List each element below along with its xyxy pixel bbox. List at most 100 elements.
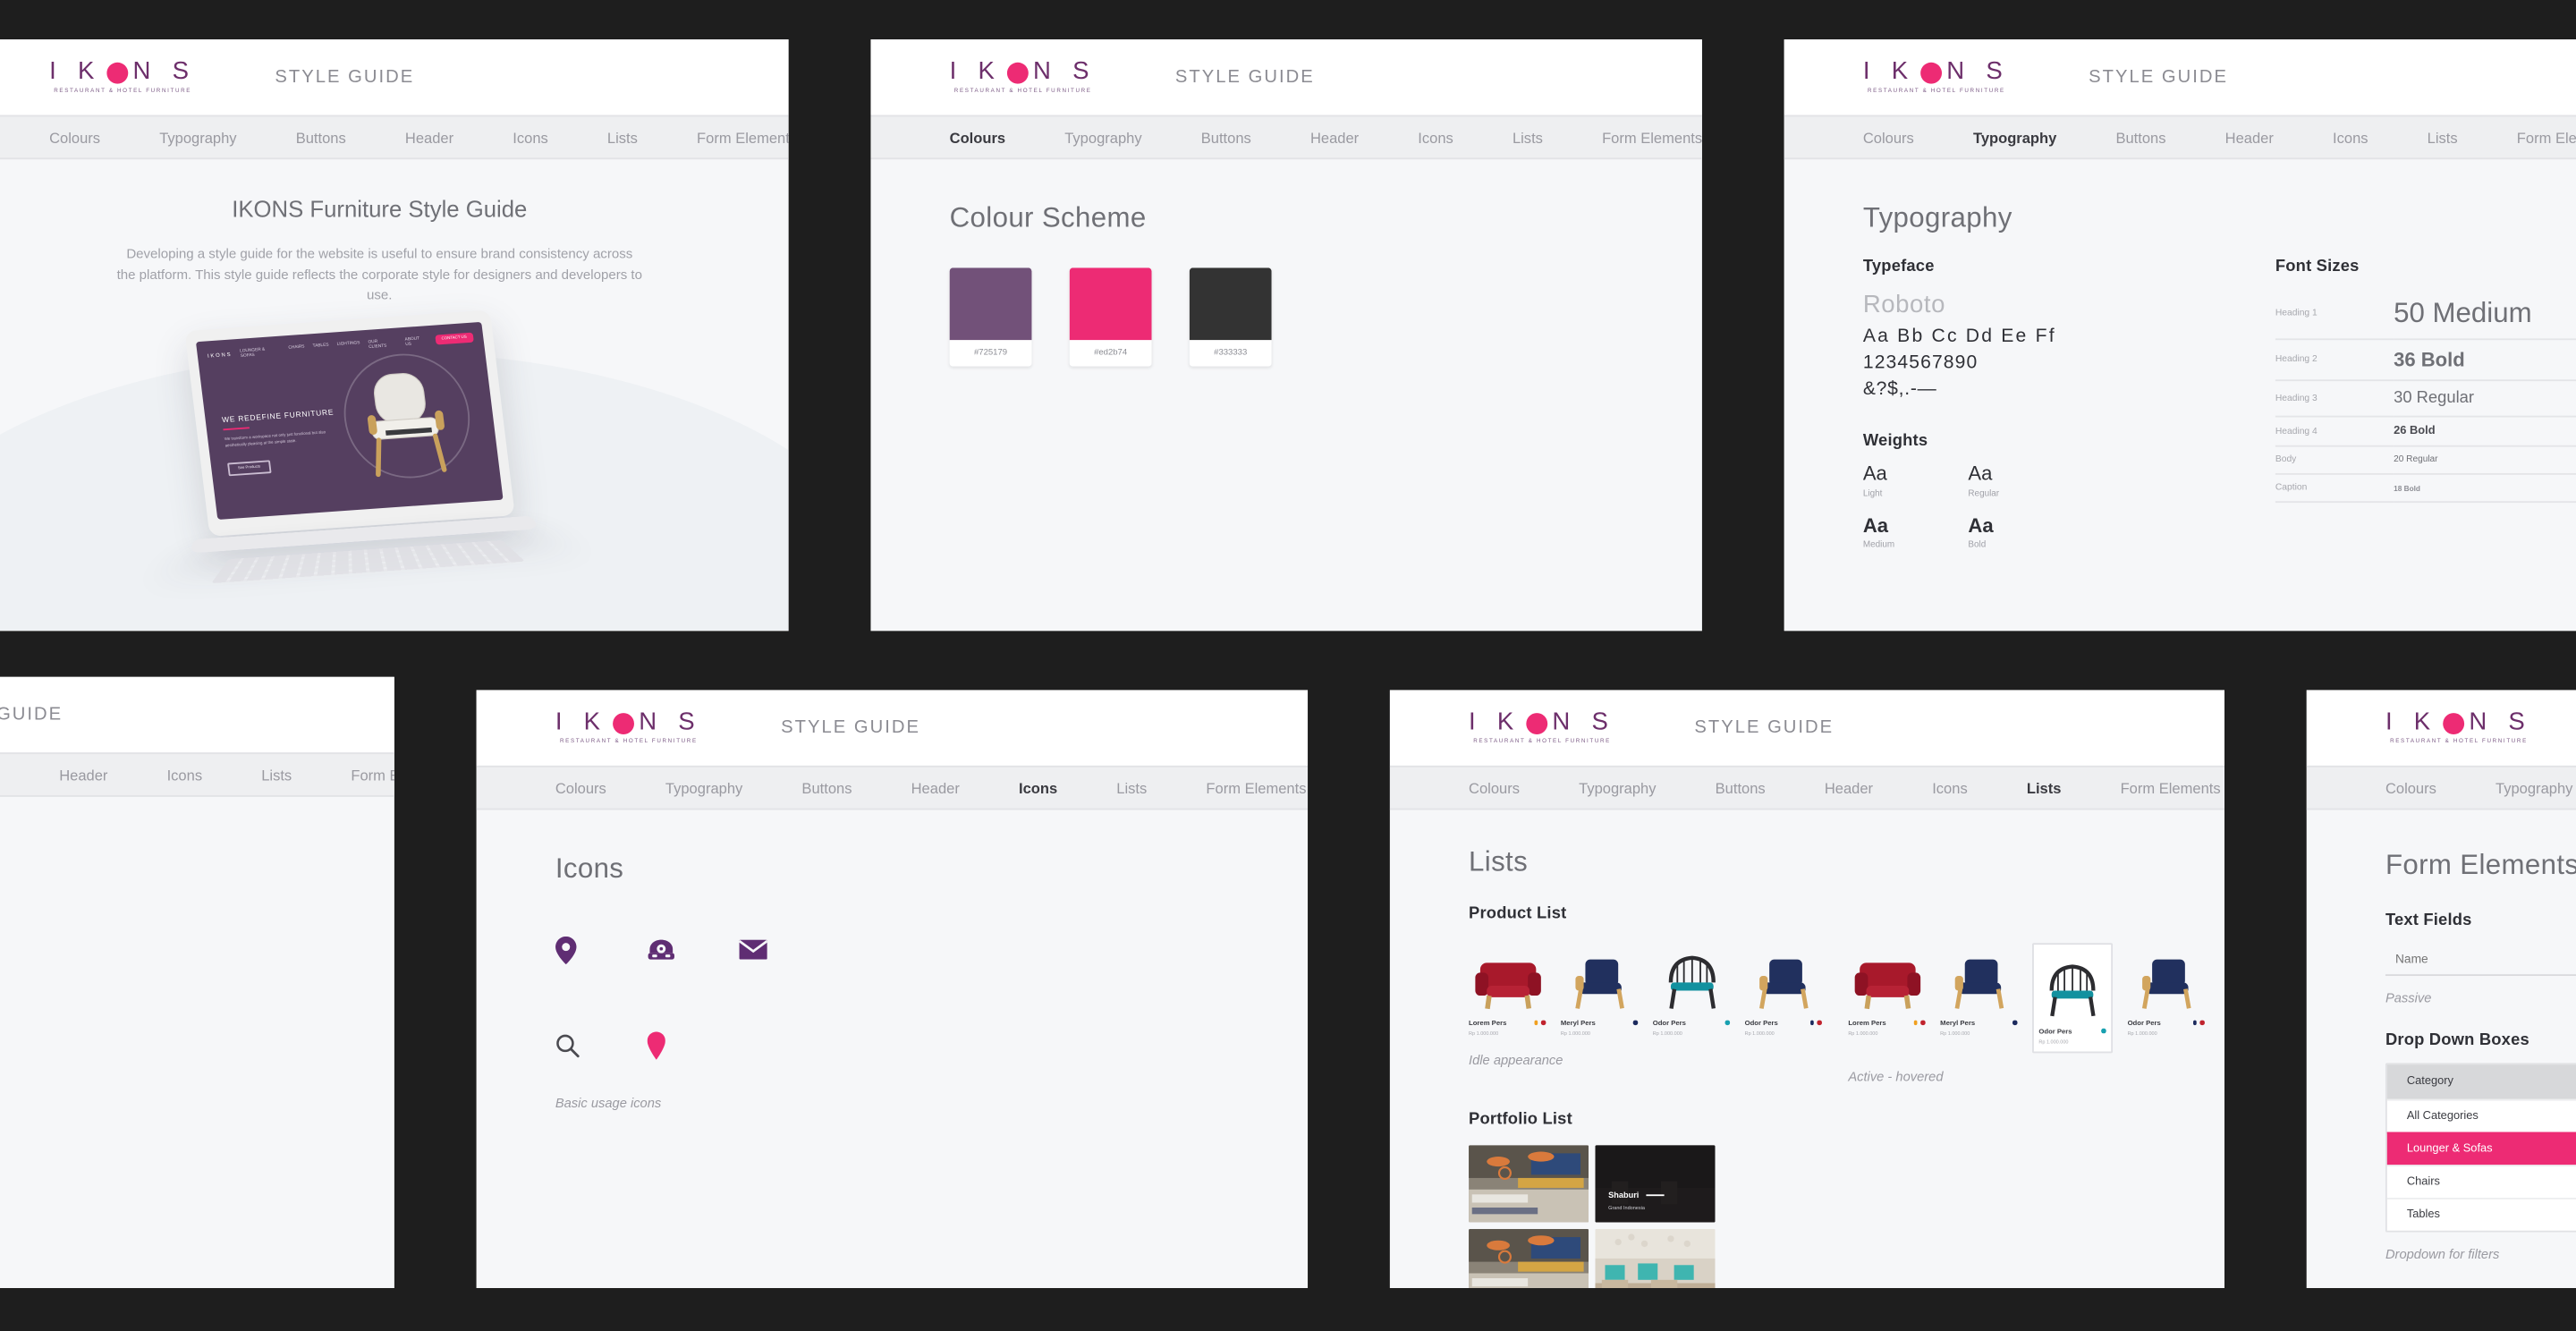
list-item[interactable]: Odor Pers Rp 1.000.000 xyxy=(1745,943,1822,1036)
main-nav: Colours Typography Buttons Header Icons … xyxy=(0,114,789,160)
dropdown-option-lounger-sofas[interactable]: Lounger & Sofas xyxy=(2386,1132,2576,1166)
category-dropdown[interactable]: Category All Categories Lounger & Sofas … xyxy=(2385,1063,2576,1233)
brand-logo[interactable]: I K N S RESTAURANT & HOTEL FURNITURE xyxy=(2385,710,2532,745)
search-icon[interactable] xyxy=(555,1017,648,1072)
colour-swatch[interactable]: #333333 xyxy=(1189,267,1272,367)
nav-item-colours[interactable]: Colours xyxy=(555,780,606,796)
brand-word-right: N S xyxy=(639,708,702,737)
dropdown-option-tables[interactable]: Tables xyxy=(2386,1197,2576,1231)
brand-logo[interactable]: I K N S RESTAURANT & HOTEL FURNITURE xyxy=(555,710,702,745)
table-row: Heading 1 50 Medium xyxy=(2275,289,2576,341)
nav-item-typography[interactable]: Typography xyxy=(2496,780,2572,796)
list-item[interactable]: Odor Pers Rp 1.000.000 xyxy=(1653,943,1731,1036)
nav-item-buttons[interactable]: Buttons xyxy=(2115,129,2165,145)
list-item-hovered[interactable]: Odor Pers Rp 1.000.000 xyxy=(2032,943,2114,1053)
telephone-icon[interactable] xyxy=(648,921,740,977)
nav-item-header[interactable]: Header xyxy=(59,767,107,783)
nav-item-lists[interactable]: Lists xyxy=(607,129,638,145)
font-size-name: Heading 2 xyxy=(2275,339,2394,382)
screenshot-stage: I K N S RESTAURANT & HOTEL FURNITURE STY… xyxy=(0,0,2576,1331)
nav-item-typography[interactable]: Typography xyxy=(1064,129,1141,145)
nav-item-colours[interactable]: Colours xyxy=(49,129,100,145)
brand-logo[interactable]: I K N S RESTAURANT & HOTEL FURNITURE xyxy=(49,60,196,95)
typography-content: Typography Typeface Roboto Aa Bb Cc Dd E… xyxy=(1784,159,2576,593)
colour-dots xyxy=(1809,1019,1822,1025)
header-title: STYLE GUIDE xyxy=(781,717,920,738)
portfolio-list-label: Portfolio List xyxy=(1469,1109,1572,1128)
nav-item-colours[interactable]: Colours xyxy=(2385,780,2436,796)
map-marker-icon[interactable] xyxy=(647,1017,740,1072)
mockup-rule xyxy=(223,427,250,431)
nav-item-buttons[interactable]: Buttons xyxy=(296,129,346,145)
dropdown-header[interactable]: Category xyxy=(2386,1064,2576,1099)
envelope-icon[interactable] xyxy=(739,921,832,977)
nav-item-lists[interactable]: Lists xyxy=(2428,129,2458,145)
product-image-red-armchair xyxy=(1848,943,1925,1012)
nav-item-colours[interactable]: Colours xyxy=(950,129,1005,145)
nav-item-icons[interactable]: Icons xyxy=(2333,129,2368,145)
portfolio-tile-restaurant-a[interactable] xyxy=(1469,1144,1589,1222)
list-item[interactable]: Odor Pers Rp 1.000.000 xyxy=(2128,943,2205,1052)
weight-sample-regular: Aa Regular xyxy=(1968,463,2030,499)
colour-swatch[interactable]: #ed2b74 xyxy=(1069,267,1152,367)
list-item[interactable]: Meryl Pers Rp 1.000.000 xyxy=(1940,943,2018,1052)
nav-item-header[interactable]: Header xyxy=(911,780,960,796)
nav-item-icons[interactable]: Icons xyxy=(1418,129,1453,145)
dropdown-label: Drop Down Boxes xyxy=(2385,1031,2529,1050)
nav-item-icons[interactable]: Icons xyxy=(1019,780,1057,796)
section-title-icons: Icons xyxy=(555,852,624,885)
weight-caption: Medium xyxy=(1862,540,1895,551)
portfolio-tile-restaurant-b[interactable] xyxy=(1469,1227,1589,1288)
nav-item-form-elements[interactable]: Form Elements xyxy=(1602,129,1702,145)
brand-logo[interactable]: I K N S RESTAURANT & HOTEL FURNITURE xyxy=(1863,60,2010,95)
brand-logo[interactable]: I K N S RESTAURANT & HOTEL FURNITURE xyxy=(1469,710,1615,745)
brand-word-right: N S xyxy=(2469,708,2533,737)
nav-item-colours[interactable]: Colours xyxy=(1469,780,1520,796)
location-pin-icon[interactable] xyxy=(555,921,648,977)
nav-item-lists[interactable]: Lists xyxy=(261,767,292,783)
nav-item-icons[interactable]: Icons xyxy=(167,767,203,783)
nav-item-header[interactable]: Header xyxy=(1310,129,1359,145)
nav-item-buttons[interactable]: Buttons xyxy=(1716,780,1766,796)
typeface-symbols: &?$,.-— xyxy=(1862,379,1937,400)
portfolio-tile-restaurant-c[interactable] xyxy=(1595,1227,1716,1288)
nav-item-typography[interactable]: Typography xyxy=(1579,780,1656,796)
brand-word-left: I K xyxy=(1469,708,1521,737)
nav-item-form-elements[interactable]: Form Elements xyxy=(1206,780,1306,796)
list-item[interactable]: Lorem Pers Rp 1.000.000 xyxy=(1848,943,1926,1052)
nav-item-lists[interactable]: Lists xyxy=(1513,129,1543,145)
nav-item-buttons[interactable]: Buttons xyxy=(801,780,852,796)
header-title: STYLE GUIDE xyxy=(1694,717,1835,738)
portfolio-tile-shaburi[interactable]: Shaburi Grand Indonesia xyxy=(1595,1144,1716,1222)
nav-item-icons[interactable]: Icons xyxy=(513,129,548,145)
list-item[interactable]: Meryl Pers Rp 1.000.000 xyxy=(1561,943,1639,1036)
dropdown-option-chairs[interactable]: Chairs xyxy=(2386,1165,2576,1198)
colour-hex-label: #725179 xyxy=(949,340,1032,367)
nav-item-typography[interactable]: Typography xyxy=(159,129,236,145)
mockup-nav-5: ABOUT US xyxy=(404,335,420,346)
nav-item-typography[interactable]: Typography xyxy=(665,780,742,796)
mockup-nav-0: LOUNGER & SOFAS xyxy=(239,345,266,358)
active-caption: Active - hovered xyxy=(1848,1068,1944,1084)
nav-item-form-elements[interactable]: Form Elements xyxy=(2517,129,2576,145)
nav-item-icons[interactable]: Icons xyxy=(1932,780,1968,796)
colour-swatch[interactable]: #725179 xyxy=(949,267,1032,367)
site-header: I K N S RESTAURANT & HOTEL FURNITURE STY… xyxy=(870,39,1702,115)
nav-item-typography[interactable]: Typography xyxy=(1973,129,2056,145)
font-sizes-column: Font Sizes Heading 1 50 Medium Heading 2… xyxy=(2275,258,2576,550)
nav-item-lists[interactable]: Lists xyxy=(1116,780,1147,796)
nav-item-lists[interactable]: Lists xyxy=(2027,780,2062,796)
portfolio-overlay-subtitle: Grand Indonesia xyxy=(1608,1203,1645,1210)
name-input[interactable] xyxy=(2385,943,2576,977)
brand-logo[interactable]: I K N S RESTAURANT & HOTEL FURNITURE xyxy=(950,60,1097,95)
nav-item-form-elements[interactable]: Form Elements xyxy=(351,767,394,783)
dropdown-option-all-categories[interactable]: All Categories xyxy=(2386,1098,2576,1132)
list-item[interactable]: Lorem Pers Rp 1.000.000 xyxy=(1469,943,1546,1036)
nav-item-header[interactable]: Header xyxy=(1825,780,1873,796)
nav-item-colours[interactable]: Colours xyxy=(1863,129,1914,145)
nav-item-header[interactable]: Header xyxy=(2225,129,2274,145)
nav-item-header[interactable]: Header xyxy=(405,129,453,145)
nav-item-buttons[interactable]: Buttons xyxy=(1201,129,1251,145)
nav-item-form-elements[interactable]: Form Elements xyxy=(697,129,789,145)
nav-item-form-elements[interactable]: Form Elements xyxy=(2121,780,2221,796)
